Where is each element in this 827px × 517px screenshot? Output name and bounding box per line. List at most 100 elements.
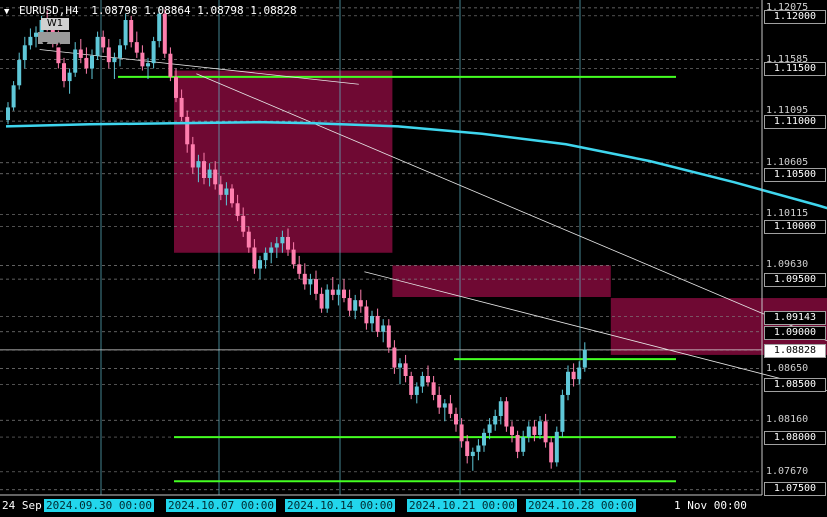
candle-body	[157, 13, 162, 42]
candle-body	[554, 431, 559, 463]
price-label: 1.07670	[766, 465, 809, 477]
candle-body	[134, 42, 139, 53]
candle-body	[263, 252, 268, 261]
candle-body	[571, 371, 576, 380]
candle-body	[476, 445, 481, 452]
candle-body	[174, 76, 178, 98]
candle-body	[28, 36, 33, 46]
candle-body	[342, 289, 346, 299]
candle-body	[459, 424, 464, 442]
candle-body	[106, 47, 111, 63]
price-label: 1.10115	[766, 208, 809, 220]
candle-body	[112, 57, 117, 63]
price-label: 1.10500	[764, 167, 826, 182]
candle-body	[532, 426, 537, 435]
candle-body	[235, 203, 240, 216]
price-label: 1.09500	[764, 273, 826, 288]
price-label: 1.08160	[766, 414, 809, 426]
candle-body	[336, 289, 341, 295]
candle-body	[168, 53, 173, 77]
candle-body	[381, 325, 386, 332]
price-label: 1.11500	[764, 62, 826, 77]
collapse-triangle-icon[interactable]: ▼	[4, 7, 9, 17]
candle-body	[319, 293, 324, 309]
candle-body	[543, 421, 548, 443]
time-label: 2024.10.14 00:00	[285, 499, 395, 512]
symbol-header: ▼ EURUSD,H4 1.08798 1.08864 1.08798 1.08…	[4, 4, 297, 17]
arrow-down-icon[interactable]: ▼	[38, 39, 52, 51]
price-label: 1.11000	[764, 115, 826, 130]
candle-body	[358, 300, 363, 307]
timeframe-badge[interactable]: W1	[41, 18, 69, 30]
symbol-label: EURUSD,H4	[19, 4, 79, 17]
price-label: 1.09143	[764, 310, 826, 325]
candle-body	[6, 107, 10, 121]
candle-body	[398, 363, 402, 368]
candle-body	[454, 413, 458, 425]
price-label: 1.08650	[766, 362, 809, 374]
time-label: 2024.10.07 00:00	[166, 499, 276, 512]
price-label: 1.10000	[764, 220, 826, 235]
candle-body	[162, 13, 167, 54]
candle-body	[73, 49, 78, 73]
candle-body	[11, 85, 16, 108]
candle-body	[493, 416, 498, 425]
candle-body	[179, 97, 184, 117]
price-label: 1.12000	[764, 9, 826, 24]
candle-body	[84, 57, 89, 69]
ohlc-values: 1.08798 1.08864 1.08798 1.08828	[91, 4, 297, 17]
candle-body	[515, 434, 520, 452]
candle-body	[521, 437, 526, 452]
candle-body	[414, 386, 419, 395]
zone-bear	[174, 70, 393, 253]
time-label: 2024.10.21 00:00	[407, 499, 517, 512]
candle-body	[386, 325, 391, 348]
candle-body	[95, 36, 100, 56]
candle-body	[370, 315, 374, 324]
candle-body	[482, 432, 486, 446]
candle-body	[252, 247, 257, 269]
time-label: 2024.09.30 00:00	[44, 499, 154, 512]
candle-body	[129, 20, 134, 43]
candle-body	[218, 184, 223, 195]
candle-body	[140, 52, 145, 67]
price-label: 1.08500	[764, 378, 826, 393]
candle-body	[330, 289, 335, 295]
candle-body	[118, 45, 122, 58]
candle-body	[538, 421, 542, 435]
price-chart[interactable]	[0, 0, 827, 517]
candle-body	[151, 41, 156, 64]
arrow-up-icon[interactable]: ▲	[52, 39, 66, 51]
candle-body	[78, 49, 83, 58]
price-label: 1.08828	[764, 343, 826, 358]
candle-body	[577, 367, 582, 380]
candle-body	[566, 371, 570, 395]
candle-body	[22, 45, 27, 61]
time-label: 24 Sep	[2, 499, 42, 512]
candle-body	[347, 298, 352, 311]
candle-body	[230, 188, 234, 204]
candle-body	[185, 116, 190, 145]
chart-window: ▼ EURUSD,H4 1.08798 1.08864 1.08798 1.08…	[0, 0, 827, 517]
timeframe-switch: ▼ ▲	[38, 32, 70, 50]
candle-body	[504, 401, 509, 427]
candle-body	[582, 349, 587, 368]
zone-bear	[392, 265, 611, 297]
candle-body	[325, 289, 330, 309]
candle-body	[302, 273, 307, 285]
price-label: 1.09000	[764, 325, 826, 340]
candle-body	[392, 347, 397, 368]
candle-body	[123, 20, 128, 46]
candle-body	[101, 36, 106, 48]
candle-body	[549, 442, 554, 463]
candle-body	[442, 403, 447, 408]
candle-body	[241, 215, 246, 232]
price-label: 1.08000	[764, 431, 826, 446]
candle-body	[375, 315, 380, 332]
candle-body	[62, 63, 66, 82]
price-label: 1.07500	[764, 482, 826, 496]
candle-body	[286, 236, 290, 250]
candle-body	[202, 161, 206, 178]
candle-body	[470, 451, 475, 457]
price-label: 1.09630	[766, 259, 809, 271]
